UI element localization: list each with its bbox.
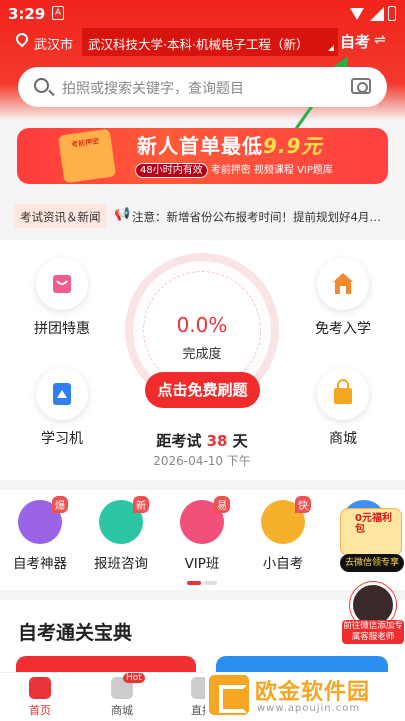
- news-tag: 考试资讯＆新闻: [14, 204, 107, 228]
- gift-card: 0元福利包: [340, 508, 402, 556]
- location-bar: 武汉市 武汉科技大学·本科·机械电子工程（新） 自考 ⇌: [0, 28, 405, 58]
- indicator-inactive: [204, 581, 217, 585]
- feature-exam-free-entry[interactable]: 免考入学: [303, 258, 383, 338]
- major-label: 武汉科技大学·本科·机械电子工程（新）: [88, 37, 309, 52]
- feature-mall[interactable]: 商城: [303, 368, 383, 448]
- banner-tagline: 考前押密 视频课程 VIP题库: [210, 165, 333, 176]
- watermark-title: 欧金软件园: [255, 680, 371, 705]
- city-selector[interactable]: 武汉市: [34, 34, 73, 53]
- promo-card-text: 0元福利包: [355, 513, 392, 535]
- wifi-icon: [350, 8, 364, 20]
- book-icon: 爆: [18, 496, 68, 544]
- tab-label: 商城: [111, 704, 133, 717]
- book-label: 考前押密: [70, 137, 100, 150]
- quick-item-small-exam[interactable]: 快 小自考: [243, 496, 323, 572]
- countdown-days: 38: [206, 432, 228, 450]
- quick-item-consult[interactable]: 新 报班咨询: [81, 496, 161, 572]
- countdown-prefix: 距考试: [156, 432, 202, 450]
- banner-pill: 48小时内有效: [135, 163, 208, 178]
- watermark-url: www.apoujin.com: [257, 703, 361, 714]
- quick-label: 报班咨询: [94, 556, 148, 572]
- news-text[interactable]: 注意：新增省份公布报考时间！提前规划好4月考试！: [132, 209, 384, 225]
- camera-icon[interactable]: [351, 78, 371, 94]
- location-pin-icon: [13, 30, 31, 48]
- promo-pill: 去微信领专享: [340, 554, 404, 572]
- search-icon: [34, 78, 49, 93]
- guide-title: 自考通关宝典: [18, 622, 133, 644]
- teacher-label: 前往微信添加专属客服老师: [342, 620, 404, 644]
- progress-percent: 0.0%: [176, 313, 228, 337]
- countdown-suffix: 天: [232, 432, 248, 450]
- status-bar: 3:29 A: [0, 0, 405, 28]
- banner-title-prefix: 新人首单最低: [137, 134, 263, 158]
- progress-label: 完成度: [182, 347, 222, 362]
- indicator-active: [187, 581, 201, 585]
- quick-label: 自考神器: [13, 556, 67, 572]
- search-bar[interactable]: 拍照或搜索关键字，查询题目: [18, 67, 387, 107]
- feature-label: 学习机: [41, 431, 83, 447]
- quick-badge: 快: [295, 496, 311, 513]
- swap-icon[interactable]: ⇌: [374, 32, 386, 48]
- major-selector[interactable]: 武汉科技大学·本科·机械电子工程（新）: [82, 28, 338, 56]
- status-time: 3:29: [8, 5, 46, 23]
- feature-label: 拼团特惠: [34, 321, 90, 337]
- cart-icon: Hot: [111, 673, 145, 699]
- book-illustration: 考前押密: [57, 128, 117, 184]
- guide-card-blue[interactable]: [216, 656, 388, 672]
- tab-label: 首页: [29, 704, 51, 717]
- exam-date: 2026-04-10 下午: [153, 454, 251, 468]
- banner-title: 新人首单最低9.9元: [137, 130, 322, 159]
- search-input[interactable]: 拍照或搜索关键字，查询题目: [62, 78, 244, 98]
- wechat-promo[interactable]: 0元福利包 去微信领专享: [340, 508, 404, 572]
- news-ticker[interactable]: 考试资讯＆新闻 📢 注意：新增省份公布报考时间！提前规划好4月考试！: [14, 204, 391, 230]
- graduation-cap-icon: 易: [180, 496, 230, 544]
- banner-subtitle: 48小时内有效 考前押密 视频课程 VIP题库: [135, 161, 333, 178]
- feature-learning-machine[interactable]: 学习机: [22, 368, 102, 448]
- hot-badge: Hot: [123, 673, 145, 683]
- chat-icon: 新: [99, 496, 149, 544]
- speaker-icon: 📢: [114, 207, 131, 222]
- calendar-icon: 快: [261, 496, 311, 544]
- page-indicator: [187, 581, 217, 585]
- guide-card-red[interactable]: [16, 656, 196, 672]
- feature-label: 免考入学: [315, 321, 371, 337]
- quick-badge: 爆: [52, 496, 68, 513]
- quick-item-vip[interactable]: 易 VIP班: [162, 496, 242, 572]
- quick-label: 小自考: [262, 556, 304, 572]
- tab-mall[interactable]: Hot 商城: [92, 673, 152, 718]
- exam-type-label[interactable]: 自考: [340, 31, 370, 52]
- quick-item-tool[interactable]: 爆 自考神器: [0, 496, 80, 572]
- free-practice-button[interactable]: 点击免费刷题: [145, 372, 260, 408]
- feature-group-buy[interactable]: 拼团特惠: [22, 258, 102, 338]
- tab-home[interactable]: 首页: [10, 677, 70, 718]
- quick-label: VIP班: [184, 556, 220, 572]
- promo-banner[interactable]: 考前押密 新人首单最低9.9元 48小时内有效 考前押密 视频课程 VIP题库: [17, 128, 388, 184]
- signal-icon: [370, 7, 384, 21]
- shopping-bag-icon: [36, 258, 88, 310]
- battery-icon: [388, 6, 396, 21]
- watermark-logo: [209, 675, 249, 715]
- bag-icon: [317, 368, 369, 420]
- feature-label: 商城: [329, 431, 357, 447]
- dropdown-triangle-icon: [328, 45, 334, 51]
- home-icon: [29, 677, 51, 699]
- tablet-icon: [36, 368, 88, 420]
- quick-badge: 易: [214, 496, 230, 513]
- exam-countdown: 距考试 38 天: [125, 430, 279, 451]
- teacher-float[interactable]: 前往微信添加专属客服老师: [342, 582, 404, 648]
- quick-badge: 新: [133, 496, 149, 513]
- notification-icon: A: [52, 6, 64, 20]
- banner-price: 9.9元: [263, 134, 323, 158]
- watermark: 欧金软件园 www.apoujin.com: [205, 672, 405, 721]
- school-icon: [317, 258, 369, 310]
